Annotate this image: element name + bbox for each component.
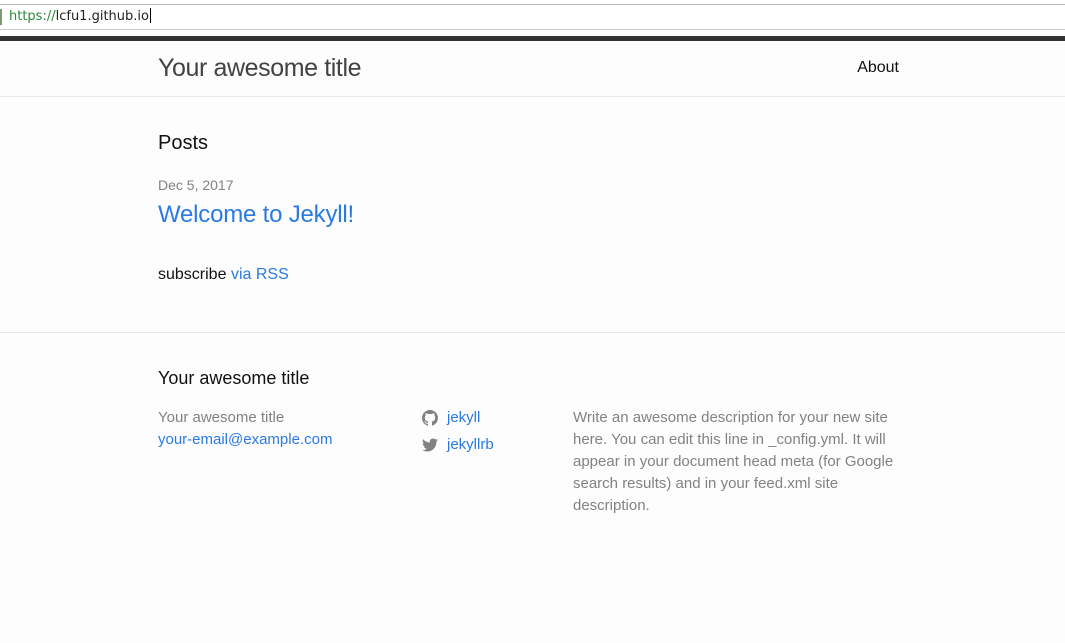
- post-title-link[interactable]: Welcome to Jekyll!: [158, 200, 354, 230]
- footer-contact: Your awesome title your-email@example.co…: [158, 407, 332, 451]
- twitter-link[interactable]: jekyllrb: [422, 434, 494, 456]
- text-caret: [149, 8, 151, 23]
- posts-heading: Posts: [158, 132, 209, 154]
- github-icon: [422, 410, 438, 426]
- footer-heading: Your awesome title: [158, 368, 310, 388]
- browser-address-bar: https://lcfu1.github.io: [0, 0, 1065, 33]
- post-date: Dec 5, 2017: [158, 177, 234, 193]
- address-frame[interactable]: https://lcfu1.github.io: [0, 4, 1065, 30]
- github-username: jekyll: [447, 409, 481, 426]
- footer-description: Write an awesome description for your ne…: [573, 409, 894, 514]
- github-link[interactable]: jekyll: [422, 407, 494, 429]
- rss-link[interactable]: via RSS: [231, 266, 289, 283]
- nav-about-link[interactable]: About: [857, 58, 899, 78]
- url-scheme: https://: [9, 9, 56, 24]
- site-title-link[interactable]: Your awesome title: [158, 53, 362, 83]
- footer-social: jekyll jekyllrb: [422, 407, 494, 461]
- twitter-icon: [422, 437, 438, 453]
- footer-email-link[interactable]: your-email@example.com: [158, 429, 332, 451]
- url-input[interactable]: https://lcfu1.github.io: [9, 8, 151, 26]
- subscribe-text: subscribe: [158, 266, 227, 283]
- footer-site-name: Your awesome title: [158, 409, 285, 426]
- address-left-mark: [0, 9, 2, 25]
- site-header: Your awesome title About: [0, 41, 1065, 97]
- site-footer: Your awesome title Your awesome title yo…: [0, 332, 1065, 643]
- twitter-username: jekyllrb: [447, 436, 494, 453]
- subscribe-line: subscribe via RSS: [158, 265, 289, 285]
- url-host: lcfu1.github.io: [55, 9, 149, 24]
